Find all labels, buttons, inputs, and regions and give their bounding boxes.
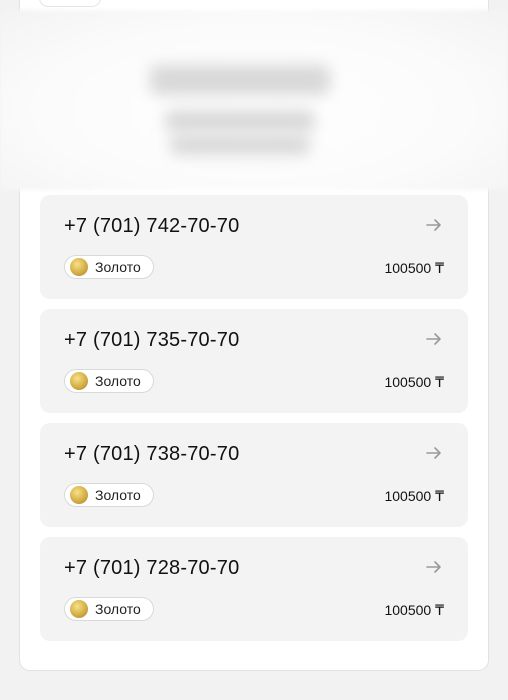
price: 100500 ₸ — [384, 374, 444, 390]
top-chip — [40, 0, 100, 6]
phone-number: +7 (701) 742-70-70 — [64, 215, 240, 237]
phone-number: +7 (701) 735-70-70 — [64, 329, 240, 351]
gold-coin-icon — [70, 372, 88, 390]
tier-badge: Золото — [64, 483, 154, 507]
tier-badge: Золото — [64, 369, 154, 393]
tier-label: Золото — [95, 487, 141, 503]
arrow-right-icon[interactable] — [424, 215, 444, 235]
arrow-right-icon[interactable] — [424, 329, 444, 349]
arrow-right-icon[interactable] — [424, 557, 444, 577]
tier-badge: Золото — [64, 597, 154, 621]
gold-coin-icon — [70, 600, 88, 618]
arrow-right-icon[interactable] — [424, 443, 444, 463]
price: 100500 ₸ — [384, 602, 444, 618]
number-card[interactable]: +7 (701) 742-70-70 Золото 100500 ₸ — [40, 195, 468, 299]
gold-coin-icon — [70, 258, 88, 276]
number-card[interactable]: +7 (701) 728-70-70 Золото 100500 ₸ — [40, 537, 468, 641]
redacted-header — [0, 10, 508, 190]
tier-badge: Золото — [64, 255, 154, 279]
gold-coin-icon — [70, 486, 88, 504]
phone-number: +7 (701) 728-70-70 — [64, 557, 240, 579]
number-card[interactable]: +7 (701) 735-70-70 Золото 100500 ₸ — [40, 309, 468, 413]
number-card[interactable]: +7 (701) 738-70-70 Золото 100500 ₸ — [40, 423, 468, 527]
tier-label: Золото — [95, 259, 141, 275]
tier-label: Золото — [95, 373, 141, 389]
tier-label: Золото — [95, 601, 141, 617]
price: 100500 ₸ — [384, 260, 444, 276]
phone-number: +7 (701) 738-70-70 — [64, 443, 240, 465]
price: 100500 ₸ — [384, 488, 444, 504]
